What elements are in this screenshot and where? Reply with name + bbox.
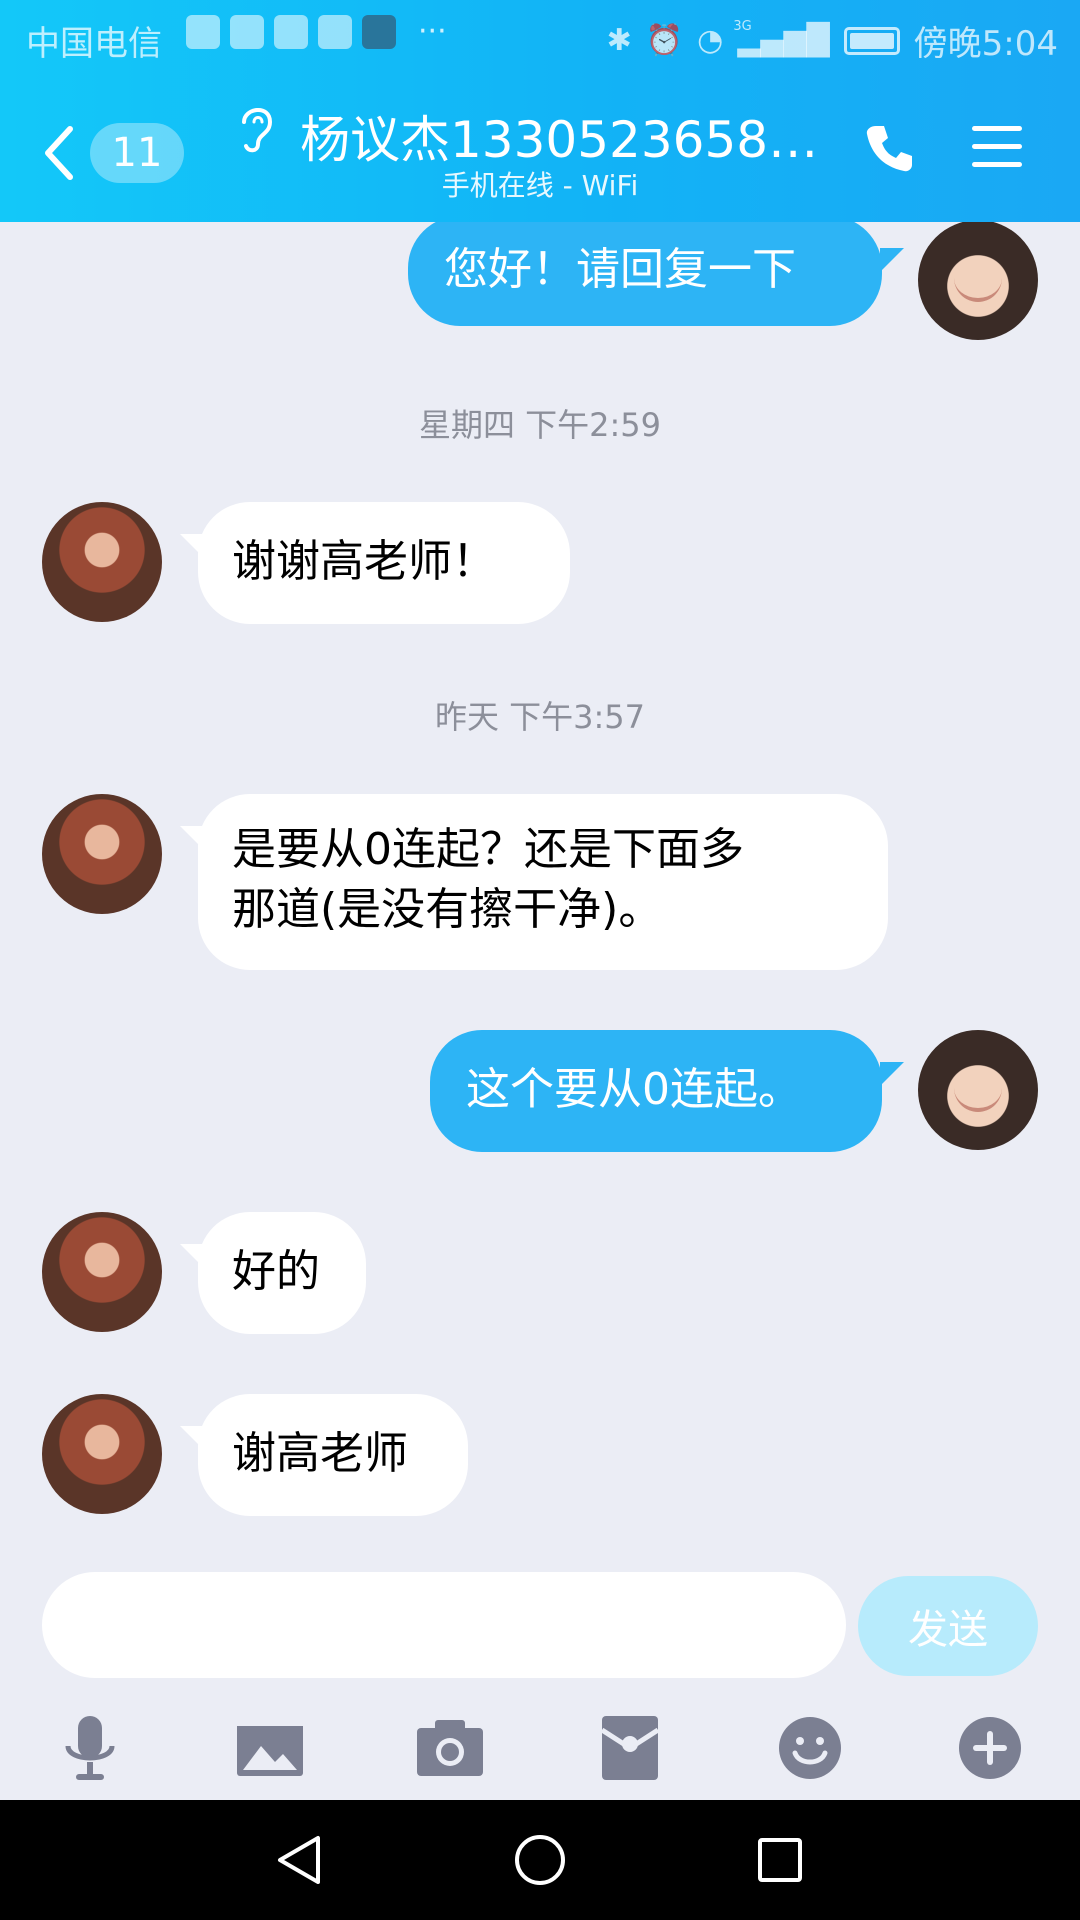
system-back-icon[interactable] [270, 1830, 330, 1890]
message-line: 是要从0连起？还是下面多 [232, 824, 744, 875]
ear-icon[interactable] [234, 100, 278, 156]
camera-button[interactable] [410, 1708, 490, 1788]
red-packet-icon [600, 1716, 660, 1780]
qq-notification-icon [186, 14, 220, 49]
message-notification-icon [274, 14, 308, 49]
menu-icon[interactable] [970, 122, 1024, 172]
outgoing-message-bubble[interactable]: 这个要从0连起。 [430, 1030, 882, 1152]
send-button[interactable]: 发送 [858, 1576, 1038, 1676]
my-avatar[interactable] [918, 222, 1038, 340]
plus-icon [959, 1717, 1021, 1779]
contact-avatar[interactable] [42, 1394, 162, 1514]
bubble-tail [880, 1062, 904, 1086]
alarm-icon: ⏰ [645, 23, 684, 58]
system-home-icon[interactable] [510, 1830, 570, 1890]
contact-avatar[interactable] [42, 1212, 162, 1332]
signal-icon: 3G ▂▄▆█ [733, 19, 830, 58]
microphone-icon [65, 1716, 115, 1780]
clock-label: 傍晚5:04 [913, 24, 1058, 64]
status-icons: ✱ ⏰ ◔ 3G ▂▄▆█ 傍晚5:04 [607, 16, 1058, 65]
contact-name[interactable]: 杨议杰13305236582... [300, 100, 820, 172]
phone-icon[interactable] [862, 120, 918, 176]
system-recents-icon[interactable] [750, 1830, 810, 1890]
message-line: 那道(是没有擦干净)。 [232, 884, 663, 935]
emoji-icon [779, 1717, 841, 1779]
notification-icons: ··· [186, 14, 447, 49]
voice-button[interactable] [50, 1708, 130, 1788]
bluetooth-icon: ✱ [606, 23, 632, 58]
contact-avatar[interactable] [42, 794, 162, 914]
incoming-message-bubble[interactable]: 是要从0连起？还是下面多 那道(是没有擦干净)。 [198, 794, 888, 970]
emoji-button[interactable] [770, 1708, 850, 1788]
system-navigation-bar [0, 1800, 1080, 1920]
image-icon [237, 1720, 303, 1776]
more-button[interactable] [950, 1708, 1030, 1788]
conversation-header: 11 杨议杰13305236582... 手机在线 - WiFi [0, 90, 1080, 210]
outgoing-message-bubble[interactable]: 您好！请回复一下 [408, 222, 882, 326]
contact-status: 手机在线 - WiFi [441, 169, 639, 202]
camera-icon [417, 1720, 483, 1776]
battery-icon [843, 26, 900, 55]
image-button[interactable] [230, 1708, 310, 1788]
bubble-tail [880, 248, 904, 272]
incoming-message-bubble[interactable]: 谢谢高老师！ [198, 502, 570, 624]
wifi-icon: ◔ [697, 23, 724, 58]
baidu-notification-icon [230, 14, 264, 49]
app-notification-icon [318, 14, 352, 49]
timestamp-label: 昨天 下午3:57 [434, 698, 646, 736]
more-notifications-icon: ··· [418, 14, 447, 49]
title-bar: 中国电信 ··· ✱ ⏰ ◔ 3G ▂▄▆█ 傍晚5:04 11 杨议杰1330… [0, 0, 1080, 222]
red-packet-button[interactable] [590, 1708, 670, 1788]
composer: 发送 [0, 1560, 1080, 1680]
my-avatar[interactable] [918, 1030, 1038, 1150]
huawei-notification-icon [362, 14, 396, 49]
timestamp-label: 星期四 下午2:59 [418, 406, 662, 444]
contact-avatar[interactable] [42, 502, 162, 622]
message-input[interactable] [42, 1572, 846, 1678]
message-list[interactable]: 您好！请回复一下 星期四 下午2:59 谢谢高老师！ 昨天 下午3:57 是要从… [0, 222, 1080, 1542]
incoming-message-bubble[interactable]: 谢高老师 [198, 1394, 468, 1516]
network-type-label: 3G [733, 19, 752, 34]
input-toolbar [0, 1700, 1080, 1800]
carrier-label: 中国电信 [26, 24, 162, 64]
status-bar: 中国电信 ··· ✱ ⏰ ◔ 3G ▂▄▆█ 傍晚5:04 [0, 0, 1080, 76]
incoming-message-bubble[interactable]: 好的 [198, 1212, 366, 1334]
